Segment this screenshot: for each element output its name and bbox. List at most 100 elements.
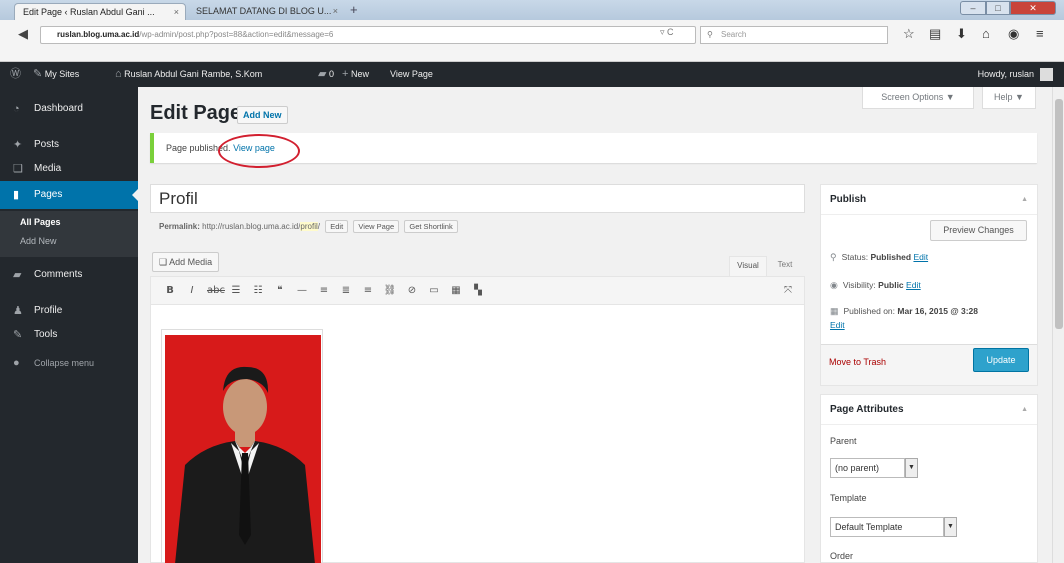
new-tab-button[interactable]: + — [350, 2, 358, 17]
distraction-free-icon[interactable]: ▚ — [471, 284, 485, 298]
fullscreen-icon[interactable]: ⤧ — [781, 284, 795, 298]
update-button[interactable]: Update — [973, 348, 1029, 372]
menu-label: Posts — [34, 139, 60, 150]
align-center-icon[interactable]: ≣ — [339, 284, 353, 298]
align-right-icon[interactable]: ≡ — [361, 284, 375, 298]
home-icon[interactable]: ⌂ — [982, 26, 990, 42]
url-host: ruslan.blog.uma.ac.id — [57, 30, 140, 39]
howdy-user[interactable]: Howdy, ruslan — [978, 62, 1034, 87]
parent-select[interactable]: (no parent) ▼ — [830, 458, 918, 478]
download-icon[interactable]: ⬇ — [956, 26, 967, 42]
preview-changes-button[interactable]: Preview Changes — [930, 220, 1027, 241]
align-left-icon[interactable]: ≡ — [317, 284, 331, 298]
numbered-list-icon[interactable]: ☷ — [251, 284, 265, 298]
window-close-button[interactable]: ✕ — [1010, 1, 1056, 15]
link-icon[interactable]: ⛓ — [383, 284, 397, 298]
bookmark-star-icon[interactable]: ☆ — [903, 26, 915, 42]
site-name-link[interactable]: ⌂ Ruslan Abdul Gani Rambe, S.Kom — [115, 62, 262, 87]
template-value: Default Template — [835, 522, 903, 532]
chevron-down-icon[interactable]: ▼ — [905, 458, 918, 478]
menu-label: Pages — [34, 189, 63, 200]
page-icon: ▮ — [13, 189, 20, 201]
toolbar-toggle-icon[interactable]: ▦ — [449, 284, 463, 298]
toggle-arrow-icon[interactable]: ▲ — [1021, 395, 1028, 425]
toggle-arrow-icon[interactable]: ▲ — [1021, 185, 1028, 215]
pages-submenu: All Pages Add New — [0, 211, 138, 257]
publish-heading[interactable]: Publish ▲ — [821, 185, 1037, 215]
tab-visual[interactable]: Visual — [729, 256, 767, 276]
menu-label: Collapse menu — [34, 358, 95, 368]
wordpress-logo-icon[interactable]: Ⓦ — [10, 62, 21, 87]
my-sites-link[interactable]: ✎ My Sites — [33, 62, 79, 87]
admin-bar: Ⓦ ✎ My Sites ⌂ Ruslan Abdul Gani Rambe, … — [0, 62, 1064, 87]
strikethrough-icon[interactable]: abc — [207, 284, 225, 298]
tab-close-icon[interactable]: × — [333, 3, 338, 20]
menu-item-media[interactable]: ❑ Media — [0, 155, 138, 183]
help-button[interactable]: Help ▼ — [982, 87, 1036, 109]
menu-label: Comments — [34, 269, 83, 280]
avatar[interactable] — [1040, 68, 1053, 81]
menu-icon[interactable]: ≡ — [1036, 26, 1044, 42]
submenu-add-new[interactable]: Add New — [20, 236, 57, 246]
editor-toolbar: B I abc ☰ ☷ ❝ — ≡ ≣ ≡ ⛓ ⊘ ▭ ▦ ▚ ⤧ — [151, 277, 804, 305]
search-input[interactable]: ⚲ Search — [700, 26, 888, 44]
maximize-button[interactable]: □ — [986, 1, 1010, 15]
new-content-link[interactable]: + New — [342, 62, 369, 87]
post-title-input[interactable]: Profil — [150, 184, 805, 213]
bold-icon[interactable]: B — [163, 284, 177, 298]
tab-blog[interactable]: SELAMAT DATANG DI BLOG U... × — [188, 3, 344, 20]
horizontal-line-icon[interactable]: — — [295, 284, 309, 298]
page-attributes-heading[interactable]: Page Attributes ▲ — [821, 395, 1037, 425]
blockquote-icon[interactable]: ❝ — [273, 284, 287, 298]
tab-edit-page[interactable]: Edit Page ‹ Ruslan Abdul Gani ... × — [14, 3, 186, 20]
add-new-button[interactable]: Add New — [237, 106, 288, 124]
edit-status-link[interactable]: Edit — [913, 252, 928, 262]
edit-visibility-link[interactable]: Edit — [906, 280, 921, 290]
edit-date-link[interactable]: Edit — [830, 320, 845, 330]
minimize-button[interactable]: – — [960, 1, 986, 15]
view-page-button[interactable]: View Page — [353, 220, 400, 233]
page-attributes-title: Page Attributes — [830, 404, 904, 415]
back-arrow-icon[interactable]: ◀ — [18, 25, 38, 43]
menu-label: Media — [34, 163, 62, 174]
menu-item-comments[interactable]: ▰ Comments — [0, 261, 138, 289]
view-page-link[interactable]: View page — [233, 143, 275, 153]
scrollbar-thumb[interactable] — [1055, 99, 1063, 329]
parent-label: Parent — [830, 436, 857, 446]
italic-icon[interactable]: I — [185, 284, 199, 298]
menu-item-pages[interactable]: ▮ Pages — [0, 181, 138, 209]
content-editor[interactable]: B I abc ☰ ☷ ❝ — ≡ ≣ ≡ ⛓ ⊘ ▭ ▦ ▚ ⤧ — [150, 276, 805, 563]
collapse-menu-button[interactable]: ● Collapse menu — [0, 349, 138, 377]
comments-link[interactable]: ▰ 0 — [318, 62, 334, 87]
reload-icon[interactable]: ▿ C — [660, 27, 674, 38]
more-tag-icon[interactable]: ▭ — [427, 284, 441, 298]
url-bar[interactable]: ruslan.blog.uma.ac.id/wp-admin/post.php?… — [40, 26, 696, 44]
page-scrollbar[interactable] — [1052, 87, 1064, 563]
tab-text[interactable]: Text — [769, 256, 801, 276]
view-page-link[interactable]: View Page — [390, 62, 433, 87]
tab-close-icon[interactable]: × — [174, 4, 179, 20]
add-media-button[interactable]: ❑ Add Media — [152, 252, 220, 272]
pocket-icon[interactable]: ◉ — [1008, 26, 1019, 42]
chevron-down-icon[interactable]: ▼ — [944, 517, 957, 537]
submenu-all-pages[interactable]: All Pages — [20, 217, 61, 227]
bullet-list-icon[interactable]: ☰ — [229, 284, 243, 298]
menu-item-tools[interactable]: ✎ Tools — [0, 321, 138, 349]
menu-label: Tools — [34, 329, 58, 340]
tab-label: Edit Page ‹ Ruslan Abdul Gani ... — [23, 7, 155, 17]
status-value: Published — [870, 252, 912, 262]
screen-options-button[interactable]: Screen Options ▼ — [862, 87, 974, 109]
my-sites-label: My Sites — [44, 69, 80, 79]
menu-item-dashboard[interactable]: ◔ Dashboard — [0, 95, 138, 123]
published-on-label: Published on: — [843, 306, 896, 316]
template-select[interactable]: Default Template ▼ — [830, 517, 957, 537]
profile-photo[interactable] — [165, 335, 321, 563]
reading-list-icon[interactable]: ▤ — [929, 26, 941, 42]
search-placeholder: Search — [721, 30, 747, 39]
edit-slug-button[interactable]: Edit — [325, 220, 349, 233]
unlink-icon[interactable]: ⊘ — [405, 284, 419, 298]
get-shortlink-button[interactable]: Get Shortlink — [404, 220, 458, 233]
move-to-trash-link[interactable]: Move to Trash — [829, 357, 886, 367]
calendar-icon: ▦ — [830, 306, 839, 316]
permalink-slug[interactable]: profil — [300, 222, 318, 231]
